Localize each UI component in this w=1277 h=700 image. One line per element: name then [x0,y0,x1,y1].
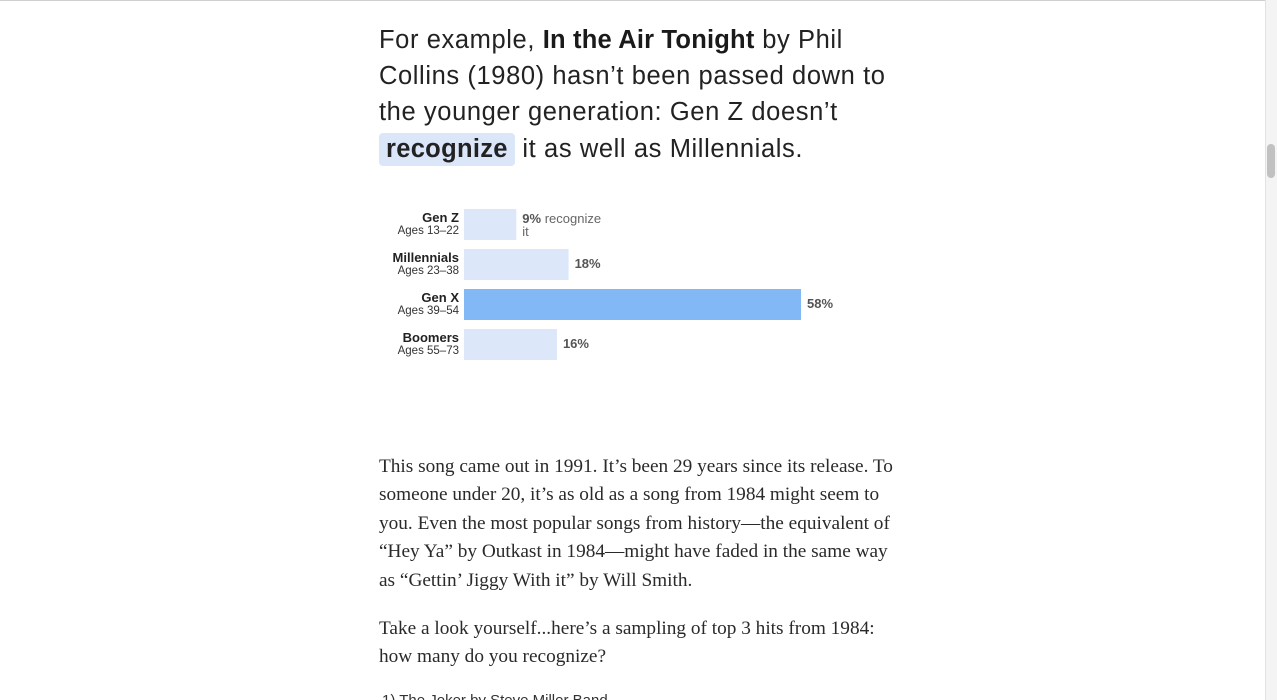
lead-paragraph: For example, In the Air Tonight by Phil … [379,22,899,167]
body-paragraph-2: Take a look yourself...here’s a sampling… [379,618,875,668]
top-border [0,0,1265,1]
scrollbar-thumb[interactable] [1267,144,1275,178]
bar-gen-x [464,289,801,320]
bar-millennials [464,249,569,280]
bar-gen-z [464,209,517,240]
song-title: In the Air Tonight [542,26,755,54]
lead-intro: For example, [379,26,543,54]
highlight-recognize: recognize [379,132,515,166]
body-paragraph-1: This song came out in 1991. It’s been 29… [379,456,893,591]
lead-text-end: it as well as Millennials. [514,134,804,163]
bar-boomers [464,329,557,360]
recognition-chart: Gen Z Ages 13–22 it 9% recognize Millennials… [379,205,899,365]
chart-bars [464,209,801,360]
scrollbar[interactable] [1265,0,1277,700]
song-list-item: 1) The Joker by Steve Miller Band [382,692,782,700]
